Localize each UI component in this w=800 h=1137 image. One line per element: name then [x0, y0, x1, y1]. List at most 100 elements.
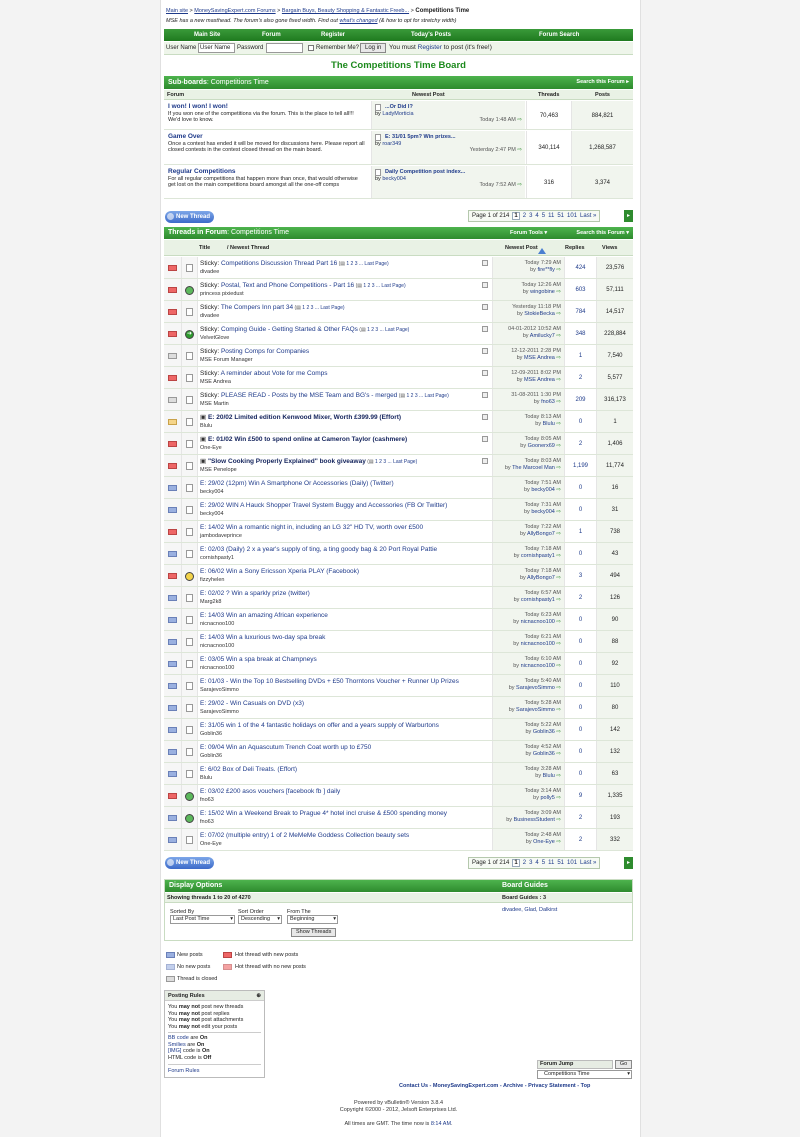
thread-starter[interactable]: Goblin36 [200, 731, 489, 737]
thread-title-link[interactable]: Postal, Text and Phone Competitions - Pa… [221, 282, 354, 289]
go-to-last-post-icon[interactable]: ⇨ [555, 839, 561, 845]
go-to-last-post-icon[interactable]: ⇨ [555, 707, 561, 713]
thread-replies[interactable]: 2 [564, 807, 596, 828]
thread-starter[interactable]: nicnacnoo100 [200, 665, 489, 671]
page-last[interactable]: Last » [580, 860, 596, 866]
page-link[interactable]: 11 [548, 860, 554, 866]
last-poster-link[interactable]: StokieBecka [524, 311, 555, 317]
col-replies[interactable]: Replies [565, 245, 585, 251]
go-to-last-post-icon[interactable]: ⇨ [555, 355, 561, 361]
img-code-link[interactable]: [IMG] [168, 1048, 181, 1054]
last-poster-link[interactable]: Blulu [543, 421, 555, 427]
go-to-last-post-icon[interactable]: ⇨ [555, 619, 561, 625]
go-to-post-icon[interactable]: ⇨ [516, 117, 522, 123]
thread-starter[interactable]: divadee [200, 269, 489, 275]
thread-title-link[interactable]: E: 14/03 Win a luxurious two-day spa bre… [200, 634, 325, 641]
thread-title-link[interactable]: A reminder about Vote for me Comps [221, 370, 328, 377]
thread-page-links[interactable]: 1 2 3 ... Last Page [375, 459, 416, 465]
last-poster-link[interactable]: Blulu [543, 773, 555, 779]
go-to-last-post-icon[interactable]: ⇨ [555, 751, 561, 757]
thread-starter[interactable]: princess pixiedust [200, 291, 489, 297]
thread-starter[interactable]: Blulu [200, 423, 489, 429]
thread-starter[interactable]: MSE Forum Manager [200, 357, 489, 363]
thread-title-link[interactable]: Competitions Discussion Thread Part 16 [221, 260, 337, 267]
thread-title-link[interactable]: E: 07/02 (multiple entry) 1 of 2 MeMeMe … [200, 832, 409, 839]
thread-starter[interactable]: fno63 [200, 819, 489, 825]
last-poster-link[interactable]: Goonerx69 [528, 443, 555, 449]
go-to-last-post-icon[interactable]: ⇨ [555, 399, 561, 405]
page-link[interactable]: 4 [535, 860, 538, 866]
forum-tools-menu[interactable]: Forum Tools ▾ [510, 227, 547, 239]
forum-jump-go-button[interactable]: Go [615, 1060, 632, 1069]
last-poster-link[interactable]: The Marcoel Man [512, 465, 555, 471]
last-poster-link[interactable]: SarajevoSimmo [516, 685, 555, 691]
page-link[interactable]: 51 [557, 860, 564, 866]
page-link[interactable]: 3 [529, 860, 532, 866]
page-link[interactable]: 4 [535, 213, 538, 219]
thread-title-link[interactable]: E: 09/04 Win an Aquascutum Trench Coat w… [200, 744, 371, 751]
go-to-last-post-icon[interactable]: ⇨ [555, 575, 561, 581]
thread-title-link[interactable]: E: 29/02 (12pm) Win A Smartphone Or Acce… [200, 480, 394, 487]
thread-replies[interactable]: 2 [564, 433, 596, 454]
thread-starter[interactable]: Marg2k8 [200, 599, 489, 605]
go-to-last-post-icon[interactable]: ⇨ [555, 685, 561, 691]
thread-page-links[interactable]: 1 2 3 ... Last Page [406, 393, 447, 399]
thread-starter[interactable]: becky004 [200, 489, 489, 495]
forum-jump-select[interactable]: Competitions Time ▾ [537, 1070, 632, 1079]
last-poster-link[interactable]: nicnacnoo100 [521, 641, 555, 647]
sorted-by-select[interactable]: Last Post Time ▾ [170, 915, 235, 924]
page-link[interactable]: 5 [542, 213, 545, 219]
login-button[interactable]: Log in [360, 43, 387, 53]
page-link[interactable]: 11 [548, 213, 554, 219]
password-input[interactable] [266, 43, 303, 53]
page-link[interactable]: 5 [542, 860, 545, 866]
last-poster-link[interactable]: BusinessStudent [514, 817, 555, 823]
thread-replies[interactable]: 2 [564, 367, 596, 388]
go-to-last-post-icon[interactable]: ⇨ [555, 817, 561, 823]
page-last[interactable]: Last » [580, 213, 596, 219]
last-poster-link[interactable]: One-Eye [533, 839, 555, 845]
thread-title-link[interactable]: E: 20/02 Limited edition Kenwood Mixer, … [208, 414, 401, 421]
thread-starter[interactable]: SarajevoSimmo [200, 709, 489, 715]
thread-starter[interactable]: fno63 [200, 797, 489, 803]
subboard-name[interactable]: Game Over [168, 133, 367, 140]
breadcrumb-main-site[interactable]: Main site [166, 8, 188, 14]
footer-links[interactable]: Contact Us - MoneySavingExpert.com - Arc… [399, 1083, 590, 1089]
go-to-last-post-icon[interactable]: ⇨ [555, 531, 561, 537]
thread-replies[interactable]: 0 [564, 609, 596, 630]
collapse-icon[interactable]: ⊕ [256, 993, 261, 999]
last-poster-link[interactable]: AllyBongo7 [527, 575, 555, 581]
sort-arrow-icon[interactable] [538, 248, 546, 254]
last-poster-link[interactable]: fno63 [541, 399, 555, 405]
thread-replies[interactable]: 0 [564, 719, 596, 740]
thread-replies[interactable]: 1,199 [564, 455, 596, 476]
last-poster-link[interactable]: AllyBongo7 [527, 531, 555, 537]
thread-title-link[interactable]: E: 03/05 Win a spa break at Champneys [200, 656, 317, 663]
thread-title-link[interactable]: "Slow Cooking Properly Explained" book g… [208, 458, 366, 465]
thread-title-link[interactable]: E: 03/02 £200 asos vouchers [facebook fb… [200, 788, 340, 795]
thread-starter[interactable]: fizzyhelen [200, 577, 489, 583]
thread-starter[interactable]: jambodaveprince [200, 533, 489, 539]
last-poster-link[interactable]: nicnacnoo100 [521, 619, 555, 625]
thread-replies[interactable]: 0 [564, 653, 596, 674]
author-link[interactable]: roar349 [382, 141, 401, 147]
last-poster-link[interactable]: wingobine [530, 289, 555, 295]
last-poster-link[interactable]: becky004 [531, 509, 555, 515]
thread-title-link[interactable]: E: 02/02 ? Win a sparkly prize (twitter) [200, 590, 310, 597]
nav-forum-search[interactable]: Forum Search [539, 29, 579, 41]
go-to-last-post-icon[interactable]: ⇨ [555, 795, 561, 801]
go-to-last-post-icon[interactable]: ⇨ [555, 333, 561, 339]
go-to-last-post-icon[interactable]: ⇨ [555, 377, 561, 383]
go-to-last-post-icon[interactable]: ⇨ [555, 729, 561, 735]
author-link[interactable]: becky004 [382, 176, 406, 182]
thread-replies[interactable]: 424 [564, 257, 596, 278]
go-to-last-post-icon[interactable]: ⇨ [555, 641, 561, 647]
thread-title-link[interactable]: The Compers Inn part 34 [221, 304, 293, 311]
remember-checkbox[interactable] [308, 45, 314, 51]
last-poster-link[interactable]: cornishpasty1 [521, 597, 555, 603]
thread-starter[interactable]: nicnacnoo100 [200, 643, 489, 649]
thread-title-link[interactable]: PLEASE READ - Posts by the MSE Team and … [221, 392, 397, 399]
nav-register[interactable]: Register [321, 29, 345, 41]
last-poster-link[interactable]: MSE Andrea [524, 377, 555, 383]
go-to-last-post-icon[interactable]: ⇨ [555, 597, 561, 603]
